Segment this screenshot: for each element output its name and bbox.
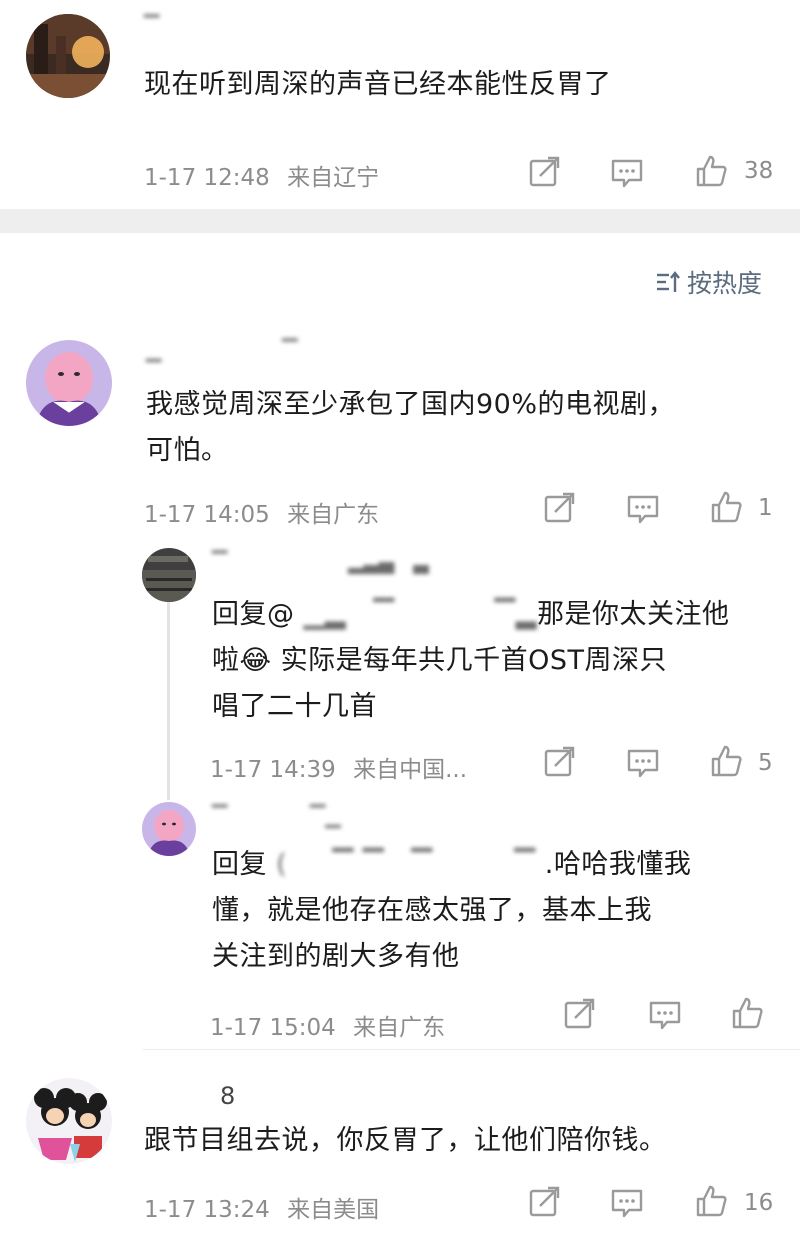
sort-label: 按热度	[687, 269, 763, 298]
location-label: 来自辽宁	[287, 165, 380, 191]
share-icon[interactable]	[543, 492, 577, 526]
reply-line: 关注到的剧大多有他	[212, 941, 460, 972]
reply-prefix: 回复@	[212, 599, 295, 630]
like-count: 38	[744, 158, 774, 184]
time-label: 1-17 13:24	[144, 1197, 270, 1223]
sort-button[interactable]: 按热度	[655, 264, 762, 300]
share-icon[interactable]	[563, 998, 597, 1032]
location-label: 来自美国	[287, 1197, 380, 1223]
reply-line-tail: 那是你太关注他	[537, 599, 730, 630]
reply-line: 回复@ ▁▂ ▔ ▔▂那是你太关注他	[212, 592, 730, 638]
avatar[interactable]	[26, 340, 112, 426]
sort-icon	[657, 271, 680, 292]
thumbs-up-icon[interactable]	[710, 744, 744, 778]
reply-line: 唱了二十几首	[212, 691, 377, 722]
time-label: 1-17 12:48	[144, 165, 270, 191]
comment-icon[interactable]	[626, 492, 660, 526]
avatar[interactable]	[142, 802, 196, 856]
reply-prefix: 回复	[212, 849, 267, 880]
mention-link[interactable]: ▁▂ ▔ ▔▂	[295, 599, 538, 630]
comment-text: 现在听到周深的声音已经本能性反胃了	[144, 69, 612, 100]
location-label: 来自中国...	[353, 757, 468, 783]
thumbs-up-icon[interactable]	[731, 996, 765, 1030]
section-divider	[0, 209, 800, 233]
like-count: 16	[744, 1190, 774, 1216]
comment-time: 1-17 14:05 来自广东	[144, 495, 379, 529]
time-label: 1-17 15:04	[210, 1015, 336, 1041]
reply-text: 回复@ ▁▂ ▔ ▔▂那是你太关注他 啦😂 实际是每年共几千首OST周深只 唱了…	[212, 592, 730, 730]
reply-line: 啦😂 实际是每年共几千首OST周深只	[212, 645, 668, 676]
comment-icon[interactable]	[648, 998, 682, 1032]
time-label: 1-17 14:05	[144, 502, 270, 528]
comment-time: 1-17 13:24 来自美国	[144, 1190, 379, 1224]
reply-line-tail: .哈哈我懂我	[544, 849, 692, 880]
comment-icon[interactable]	[610, 1186, 644, 1220]
username[interactable]: ▔ ▔▁	[212, 804, 341, 828]
avatar[interactable]	[142, 548, 196, 602]
avatar[interactable]	[26, 1078, 112, 1164]
time-label: 1-17 14:39	[210, 757, 336, 783]
thumbs-up-icon[interactable]	[710, 490, 744, 524]
share-icon[interactable]	[528, 156, 562, 190]
share-icon[interactable]	[528, 1186, 562, 1220]
username[interactable]: 8	[220, 1082, 235, 1110]
username[interactable]: ▔ ▂▃▄ ▃	[212, 550, 429, 574]
reply-divider	[143, 1049, 800, 1050]
comment-line: 我感觉周深至少承包了国内90%的电视剧，	[146, 389, 676, 420]
username[interactable]: ▁ ▔	[146, 338, 298, 362]
comment-line: 可怕。	[146, 435, 229, 466]
username[interactable]: ▔	[144, 14, 159, 38]
thumbs-up-icon[interactable]	[695, 1184, 729, 1218]
reply-line: 回复 ( ▔ ▔ ▔ ▔ .哈哈我懂我	[212, 842, 691, 888]
avatar[interactable]	[26, 14, 110, 98]
share-icon[interactable]	[543, 746, 577, 780]
like-count: 1	[758, 495, 773, 521]
comment-time: 1-17 12:48 来自辽宁	[144, 158, 379, 192]
comment-icon[interactable]	[626, 746, 660, 780]
mention-link[interactable]: ( ▔ ▔ ▔ ▔	[267, 849, 545, 880]
comment-icon[interactable]	[610, 156, 644, 190]
like-count: 5	[758, 750, 773, 776]
location-label: 来自广东	[353, 1015, 446, 1041]
comment-text: 我感觉周深至少承包了国内90%的电视剧， 可怕。	[146, 382, 675, 474]
reply-time: 1-17 14:39 来自中国...	[210, 750, 467, 784]
reply-text: 回复 ( ▔ ▔ ▔ ▔ .哈哈我懂我 懂，就是他存在感太强了，基本上我 关注到…	[212, 842, 691, 980]
reply-thread-line	[167, 600, 170, 800]
comment-text: 跟节目组去说，你反胃了，让他们陪你钱。	[144, 1125, 667, 1156]
location-label: 来自广东	[287, 502, 380, 528]
reply-line: 懂，就是他存在感太强了，基本上我	[212, 895, 652, 926]
reply-time: 1-17 15:04 来自广东	[210, 1008, 445, 1042]
thumbs-up-icon[interactable]	[695, 154, 729, 188]
